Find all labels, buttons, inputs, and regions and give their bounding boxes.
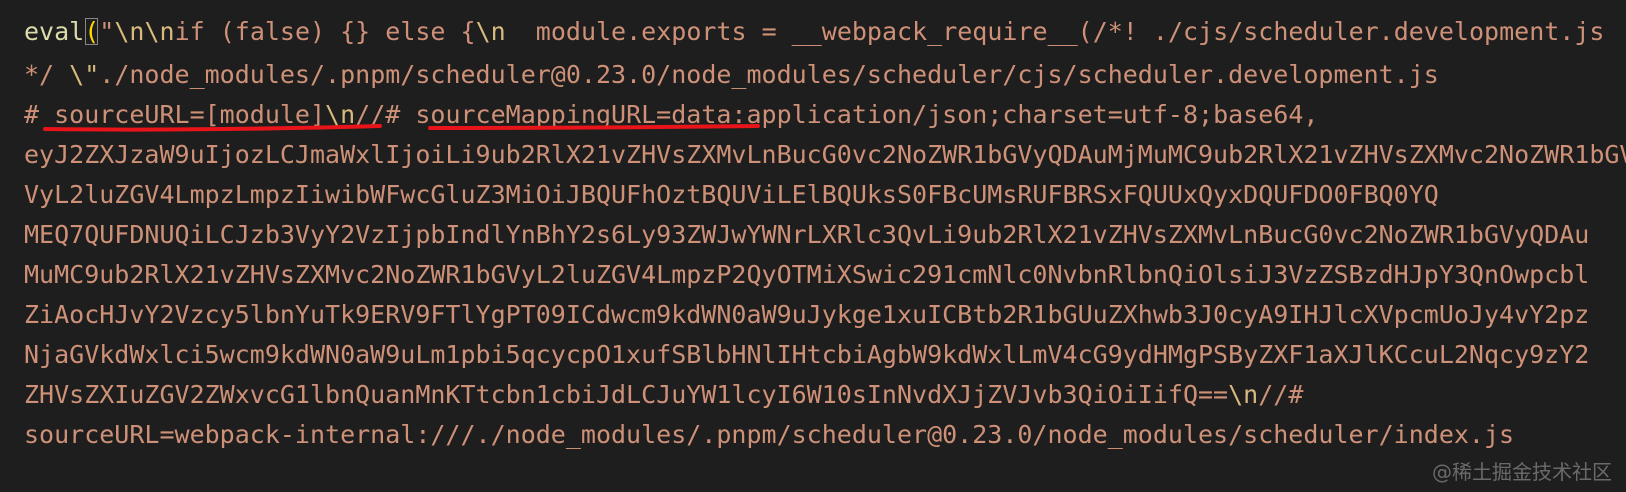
base64-line: VyL2luZGV4LmpzLmpzIiwibWFwcGluZ3MiOiJBQU…: [24, 180, 1439, 209]
source-mapping-url-comment: //# sourceMappingURL=data:application/js…: [355, 100, 1319, 129]
code-editor[interactable]: eval("\n\nif (false) {} else {\n module.…: [0, 0, 1626, 492]
code-line-2: */ \"./node_modules/.pnpm/scheduler@0.23…: [24, 55, 1439, 95]
escape-sequence: \n: [1228, 380, 1259, 409]
string-text: */: [24, 60, 70, 89]
source-url-comment: # sourceURL=[module]: [24, 100, 326, 129]
string-text: ./node_modules/.pnpm/scheduler@0.23.0/no…: [99, 60, 1439, 89]
eval-keyword: eval: [24, 17, 85, 46]
base64-line: eyJ2ZXJzaW9uIjozLCJmaWxlIjoiLi9ub2RlX21v…: [24, 140, 1626, 169]
string-text: if (false) {} else {: [174, 17, 476, 46]
code-line-1: eval("\n\nif (false) {} else {\n module.…: [24, 12, 1604, 52]
comment-prefix: //#: [1258, 380, 1304, 409]
base64-line: ZiAocHJvY2Vzcy5lbnYuTk9ERV9FTlYgPT09ICdw…: [24, 300, 1590, 329]
matched-bracket: (: [84, 17, 100, 46]
string-text: module.exports = __webpack_require__(/*!…: [505, 17, 1605, 46]
base64-line: MuMC9ub2RlX21vZHVsZXMvc2NoZWR1bGVyL2luZG…: [24, 260, 1590, 289]
escape-sequence: \n: [144, 17, 175, 46]
string-quote: ": [99, 17, 115, 46]
escape-sequence: \n: [475, 17, 506, 46]
watermark: @稀土掘金技术社区: [1432, 460, 1612, 484]
code-line-10: ZHVsZXIuZGV2ZWxvcG1lbnQuanMnKTtcbn1cbiJd…: [24, 375, 1303, 415]
base64-line: NjaGVkdWxlci5wcm9kdWN0aW9uLm1pbi5qcycpO1…: [24, 340, 1590, 369]
code-line-3: # sourceURL=[module]\n//# sourceMappingU…: [24, 95, 1318, 135]
code-line-11: sourceURL=webpack-internal:///./node_mod…: [24, 420, 1515, 449]
base64-line: ZHVsZXIuZGV2ZWxvcG1lbnQuanMnKTtcbn1cbiJd…: [24, 380, 1229, 409]
escape-sequence: \n: [114, 17, 145, 46]
base64-line: MEQ7QUFDNUQiLCJzb3VyY2VzIjpbIndlYnBhY2s6…: [24, 220, 1590, 249]
escape-sequence: \n: [325, 100, 356, 129]
escape-sequence: \": [69, 60, 100, 89]
